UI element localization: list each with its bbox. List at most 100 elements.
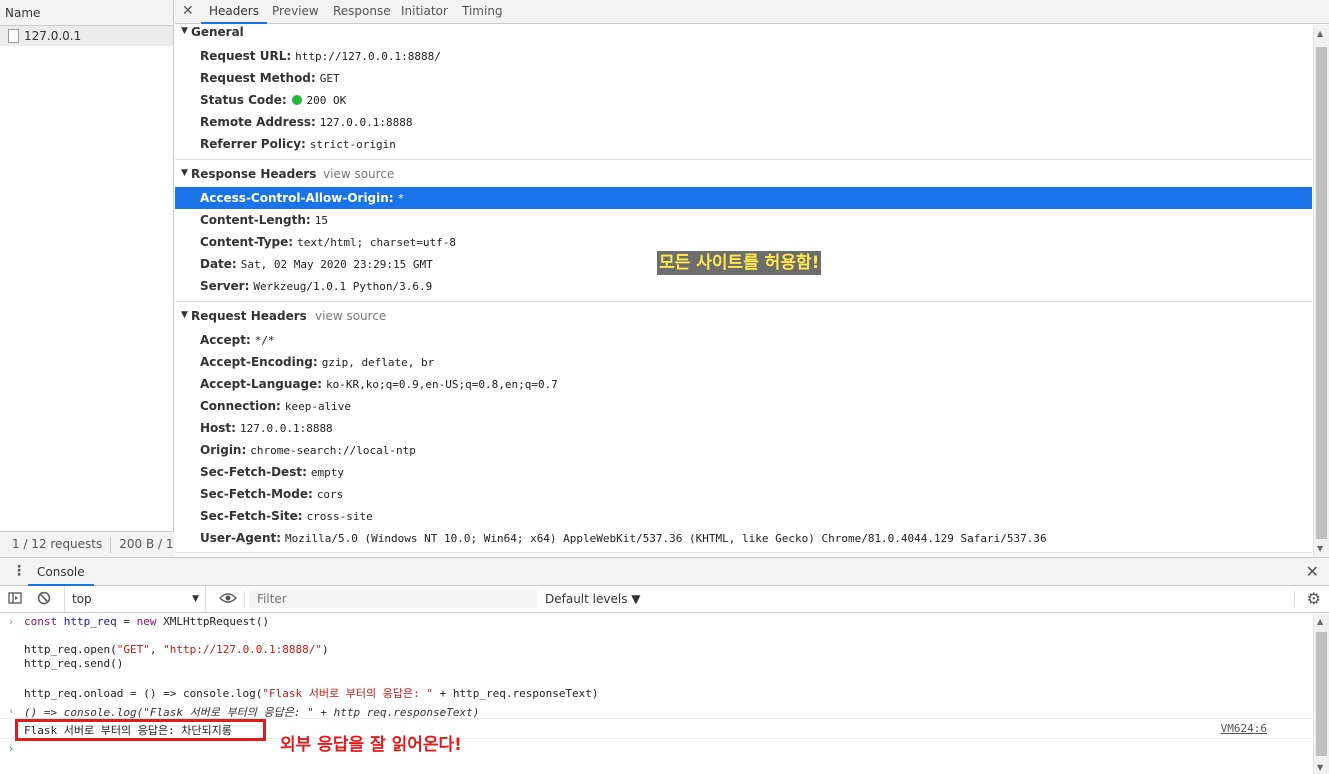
scrollbar-thumb[interactable]: [1316, 632, 1327, 756]
header-key: Sec-Fetch-Dest:: [200, 465, 307, 479]
code-string: "Flask 서버로 부터의 응답은: ": [262, 687, 433, 700]
header-value: chrome-search://local-ntp: [250, 444, 416, 457]
response-headers-title: Response Headers: [191, 167, 317, 181]
tab-response[interactable]: Response: [325, 0, 399, 24]
code-text: http_req.onload = () => console.log(: [24, 687, 263, 700]
toolbar-divider: [1294, 591, 1295, 607]
header-key: Access-Control-Allow-Origin:: [200, 191, 394, 205]
general-title: General: [191, 25, 244, 39]
header-value: Sat, 02 May 2020 23:29:15 GMT: [240, 258, 433, 271]
context-selector[interactable]: top ▼: [64, 586, 206, 612]
response-headers-section-header[interactable]: ▼ Response Headers view source: [175, 167, 775, 183]
tab-initiator[interactable]: Initiator: [393, 0, 456, 24]
header-row-remote-address: Remote Address: 127.0.0.1:8888: [175, 111, 1312, 133]
context-value: top: [72, 592, 92, 606]
scrollbar-thumb[interactable]: [1316, 47, 1327, 539]
console-log: › const http_req = new XMLHttpRequest() …: [0, 614, 1313, 774]
code-operator: =: [116, 615, 137, 628]
header-value: cors: [316, 488, 344, 501]
eye-icon[interactable]: [219, 591, 237, 609]
header-key: Sec-Fetch-Mode:: [200, 487, 313, 501]
header-row-request-method: Request Method: GET: [175, 67, 1312, 89]
filter-input[interactable]: [249, 590, 537, 608]
header-key: Server:: [200, 279, 250, 293]
header-row-content-type: Content-Type: text/html; charset=utf-8: [175, 231, 1312, 253]
expand-triangle-icon: ▼: [181, 310, 188, 320]
console-prompt-icon[interactable]: ›: [9, 742, 13, 755]
header-row-sec-fetch-mode: Sec-Fetch-Mode: cors: [175, 483, 1312, 505]
request-details-panel: ✕ Headers Preview Response Initiator Tim…: [175, 0, 1329, 557]
general-section-header[interactable]: ▼ General: [175, 25, 775, 41]
details-scrollbar[interactable]: ▲ ▼: [1313, 25, 1329, 557]
scroll-down-icon[interactable]: ▼: [1317, 763, 1323, 772]
header-key: User-Agent:: [200, 531, 282, 545]
header-value: 127.0.0.1:8888: [319, 116, 413, 129]
section-divider: [175, 159, 1312, 160]
header-key: Status Code:: [200, 93, 287, 107]
header-row-accept: Accept: */*: [175, 329, 1312, 351]
header-value: 15: [314, 214, 328, 227]
input-prompt-icon: ›: [9, 615, 14, 628]
code-variable: http_req: [63, 615, 117, 628]
request-row[interactable]: 127.0.0.1: [0, 26, 173, 46]
view-source-link[interactable]: view source: [315, 309, 386, 323]
log-levels-dropdown[interactable]: Default levels ▼: [545, 586, 641, 612]
header-value: */*: [254, 334, 275, 347]
header-key: Sec-Fetch-Site:: [200, 509, 303, 523]
document-icon: [8, 29, 19, 43]
scroll-down-icon[interactable]: ▼: [1317, 544, 1323, 553]
code-keyword: const: [24, 615, 58, 628]
tab-console[interactable]: Console: [28, 558, 94, 586]
drawer-tab-bar: ⋮ Console ✕: [0, 558, 1329, 586]
header-row-origin: Origin: chrome-search://local-ntp: [175, 439, 1312, 461]
view-source-link[interactable]: view source: [323, 167, 394, 181]
close-icon[interactable]: ✕: [182, 3, 194, 19]
more-menu-icon[interactable]: ⋮: [12, 563, 26, 579]
header-row-status-code: Status Code: 200 OK: [175, 89, 1312, 111]
show-sidebar-icon[interactable]: [8, 591, 22, 609]
header-row-accept-encoding: Accept-Encoding: gzip, deflate, br: [175, 351, 1312, 373]
code-text: ): [322, 643, 329, 656]
tab-preview[interactable]: Preview: [264, 0, 327, 24]
source-link[interactable]: VM624:6: [1221, 722, 1267, 735]
scroll-up-icon[interactable]: ▲: [1317, 617, 1323, 626]
gear-icon[interactable]: ⚙: [1307, 589, 1321, 608]
scroll-up-icon[interactable]: ▲: [1317, 29, 1323, 38]
header-key: Host:: [200, 421, 236, 435]
request-headers-title: Request Headers: [191, 309, 307, 323]
chevron-down-icon: ▼: [192, 594, 199, 604]
section-divider: [175, 552, 1312, 553]
header-key: Accept-Encoding:: [200, 355, 318, 369]
code-text: ,: [149, 643, 164, 656]
header-value: Werkzeug/1.0.1 Python/3.6.9: [253, 280, 433, 293]
expand-triangle-icon: ▼: [181, 168, 188, 178]
code-keyword: new: [136, 615, 157, 628]
header-row-content-length: Content-Length: 15: [175, 209, 1312, 231]
return-value-icon: ‹: [9, 704, 14, 717]
header-key: Content-Length:: [200, 213, 311, 227]
header-row-referrer-policy: Referrer Policy: strict-origin: [175, 133, 1312, 155]
highlight-box: [15, 719, 266, 741]
annotation-allow-all: 모든 사이트를 허용함!: [657, 251, 822, 275]
clear-console-icon[interactable]: [37, 591, 51, 609]
network-status-bar: 1 / 12 requests 200 B / 16.1: [0, 531, 174, 557]
code-string: "http://127.0.0.1:8888/": [163, 643, 323, 656]
console-drawer: ⋮ Console ✕ top ▼ Default levels ▼ ⚙ › c…: [0, 557, 1329, 774]
header-value: Mozilla/5.0 (Windows NT 10.0; Win64; x64…: [285, 532, 1047, 545]
header-row-connection: Connection: keep-alive: [175, 395, 1312, 417]
header-key: Content-Type:: [200, 235, 294, 249]
header-row-access-control-allow-origin[interactable]: Access-Control-Allow-Origin: *: [175, 187, 1312, 209]
header-key: Origin:: [200, 443, 247, 457]
tab-headers[interactable]: Headers: [201, 0, 267, 24]
header-value: *: [397, 192, 405, 205]
expand-triangle-icon: ▼: [181, 26, 188, 36]
status-ok-icon: [292, 95, 303, 105]
console-input-line: http_req.onload = () => console.log("Fla…: [24, 685, 599, 701]
close-drawer-icon[interactable]: ✕: [1306, 562, 1319, 581]
request-headers-section-header[interactable]: ▼ Request Headers view source: [175, 309, 775, 325]
header-key: Date:: [200, 257, 237, 271]
name-column-header[interactable]: Name: [0, 0, 173, 26]
request-list-panel: Name 127.0.0.1 1 / 12 requests 200 B / 16…: [0, 0, 174, 557]
console-scrollbar[interactable]: ▲ ▼: [1313, 614, 1329, 774]
tab-timing[interactable]: Timing: [454, 0, 511, 24]
